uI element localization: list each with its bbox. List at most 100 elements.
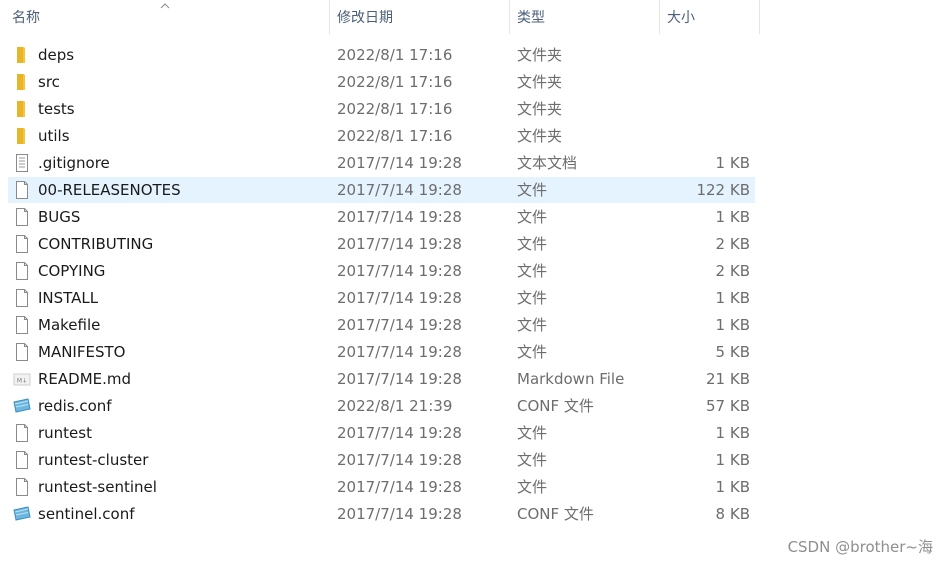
file-row[interactable]: runtest-cluster 2017/7/14 19:28 文件 1 KB (8, 447, 755, 473)
file-modified-date: 2017/7/14 19:28 (337, 262, 462, 280)
file-row[interactable]: runtest 2017/7/14 19:28 文件 1 KB (8, 420, 755, 446)
file-modified-date: 2017/7/14 19:28 (337, 316, 462, 334)
watermark: CSDN @brother~海 (787, 538, 933, 556)
file-type: 文件夹 (517, 100, 563, 118)
file-row[interactable]: COPYING 2017/7/14 19:28 文件 2 KB (8, 258, 755, 284)
file-size: 1 KB (715, 451, 750, 469)
file-type: Markdown File (517, 370, 625, 388)
conf-file-icon (12, 396, 32, 416)
file-row[interactable]: redis.conf 2022/8/1 21:39 CONF 文件 57 KB (8, 393, 755, 419)
file-size: 57 KB (706, 397, 750, 415)
markdown-file-icon: M↓ (12, 369, 32, 389)
file-modified-date: 2017/7/14 19:28 (337, 505, 462, 523)
file-modified-date: 2017/7/14 19:28 (337, 424, 462, 442)
file-type: 文件 (517, 343, 548, 361)
file-type: 文件 (517, 451, 548, 469)
file-size: 5 KB (715, 343, 750, 361)
file-row[interactable]: 00-RELEASENOTES 2017/7/14 19:28 文件 122 KB (8, 177, 755, 203)
sort-ascending-icon (160, 3, 170, 9)
file-row[interactable]: CONTRIBUTING 2017/7/14 19:28 文件 2 KB (8, 231, 755, 257)
file-icon (12, 342, 32, 362)
file-row[interactable]: Makefile 2017/7/14 19:28 文件 1 KB (8, 312, 755, 338)
file-size: 1 KB (715, 316, 750, 334)
file-row[interactable]: M↓ README.md 2017/7/14 19:28 Markdown File 2… (8, 366, 755, 392)
file-row[interactable]: MANIFESTO 2017/7/14 19:28 文件 5 KB (8, 339, 755, 365)
file-name: utils (38, 127, 70, 145)
file-name: 00-RELEASENOTES (38, 181, 181, 199)
file-icon (12, 315, 32, 335)
file-row[interactable]: sentinel.conf 2017/7/14 19:28 CONF 文件 8 KB (8, 501, 755, 527)
file-row[interactable]: tests 2022/8/1 17:16 文件夹 (8, 96, 755, 122)
column-header-modified[interactable]: 修改日期 (325, 0, 505, 34)
file-type: 文件 (517, 235, 548, 253)
file-modified-date: 2022/8/1 17:16 (337, 127, 453, 145)
file-row[interactable]: .gitignore 2017/7/14 19:28 文本文档 1 KB (8, 150, 755, 176)
column-divider[interactable] (759, 0, 760, 34)
file-type: 文件 (517, 208, 548, 226)
file-modified-date: 2017/7/14 19:28 (337, 370, 462, 388)
folder-icon (12, 72, 32, 92)
file-row[interactable]: utils 2022/8/1 17:16 文件夹 (8, 123, 755, 149)
file-icon (12, 450, 32, 470)
file-type: 文件夹 (517, 46, 563, 64)
file-row[interactable]: src 2022/8/1 17:16 文件夹 (8, 69, 755, 95)
column-header-size-label: 大小 (667, 10, 695, 26)
file-type: 文件 (517, 424, 548, 442)
column-header-modified-label: 修改日期 (337, 10, 393, 26)
file-type: CONF 文件 (517, 397, 594, 415)
file-modified-date: 2017/7/14 19:28 (337, 451, 462, 469)
file-name: deps (38, 46, 75, 64)
file-size: 1 KB (715, 424, 750, 442)
file-type: 文件 (517, 181, 548, 199)
file-type: 文件 (517, 316, 548, 334)
file-row[interactable]: INSTALL 2017/7/14 19:28 文件 1 KB (8, 285, 755, 311)
file-icon (12, 288, 32, 308)
file-modified-date: 2017/7/14 19:28 (337, 181, 462, 199)
file-type: 文件 (517, 478, 548, 496)
file-modified-date: 2017/7/14 19:28 (337, 235, 462, 253)
file-name: tests (38, 100, 75, 118)
file-modified-date: 2022/8/1 17:16 (337, 73, 453, 91)
file-name: INSTALL (38, 289, 99, 307)
file-type: 文件 (517, 289, 548, 307)
file-modified-date: 2017/7/14 19:28 (337, 478, 462, 496)
file-size: 122 KB (696, 181, 750, 199)
file-type: 文件夹 (517, 127, 563, 145)
file-row[interactable]: runtest-sentinel 2017/7/14 19:28 文件 1 KB (8, 474, 755, 500)
file-size: 1 KB (715, 208, 750, 226)
file-size: 2 KB (715, 235, 750, 253)
folder-icon (12, 45, 32, 65)
column-header-bar: 名称 修改日期 类型 大小 (0, 0, 949, 34)
file-name: README.md (38, 370, 132, 388)
file-name: BUGS (38, 208, 81, 226)
text-document-icon (12, 153, 32, 173)
file-name: MANIFESTO (38, 343, 126, 361)
file-row[interactable]: BUGS 2017/7/14 19:28 文件 1 KB (8, 204, 755, 230)
file-name: sentinel.conf (38, 505, 135, 523)
file-type: 文件 (517, 262, 548, 280)
file-name: runtest-sentinel (38, 478, 157, 496)
file-name: runtest-cluster (38, 451, 149, 469)
file-name: .gitignore (38, 154, 110, 172)
file-icon (12, 180, 32, 200)
file-size: 1 KB (715, 154, 750, 172)
column-header-type[interactable]: 类型 (505, 0, 660, 34)
svg-text:M↓: M↓ (17, 378, 27, 385)
file-name: CONTRIBUTING (38, 235, 154, 253)
file-size: 8 KB (715, 505, 750, 523)
file-size: 1 KB (715, 478, 750, 496)
file-icon (12, 477, 32, 497)
file-icon (12, 234, 32, 254)
conf-file-icon (12, 504, 32, 524)
file-size: 21 KB (706, 370, 750, 388)
file-name: runtest (38, 424, 92, 442)
folder-icon (12, 99, 32, 119)
file-icon (12, 261, 32, 281)
file-row[interactable]: deps 2022/8/1 17:16 文件夹 (8, 42, 755, 68)
file-icon (12, 207, 32, 227)
file-modified-date: 2017/7/14 19:28 (337, 154, 462, 172)
file-modified-date: 2022/8/1 21:39 (337, 397, 453, 415)
file-size: 1 KB (715, 289, 750, 307)
column-header-size[interactable]: 大小 (655, 0, 755, 34)
file-name: COPYING (38, 262, 106, 280)
